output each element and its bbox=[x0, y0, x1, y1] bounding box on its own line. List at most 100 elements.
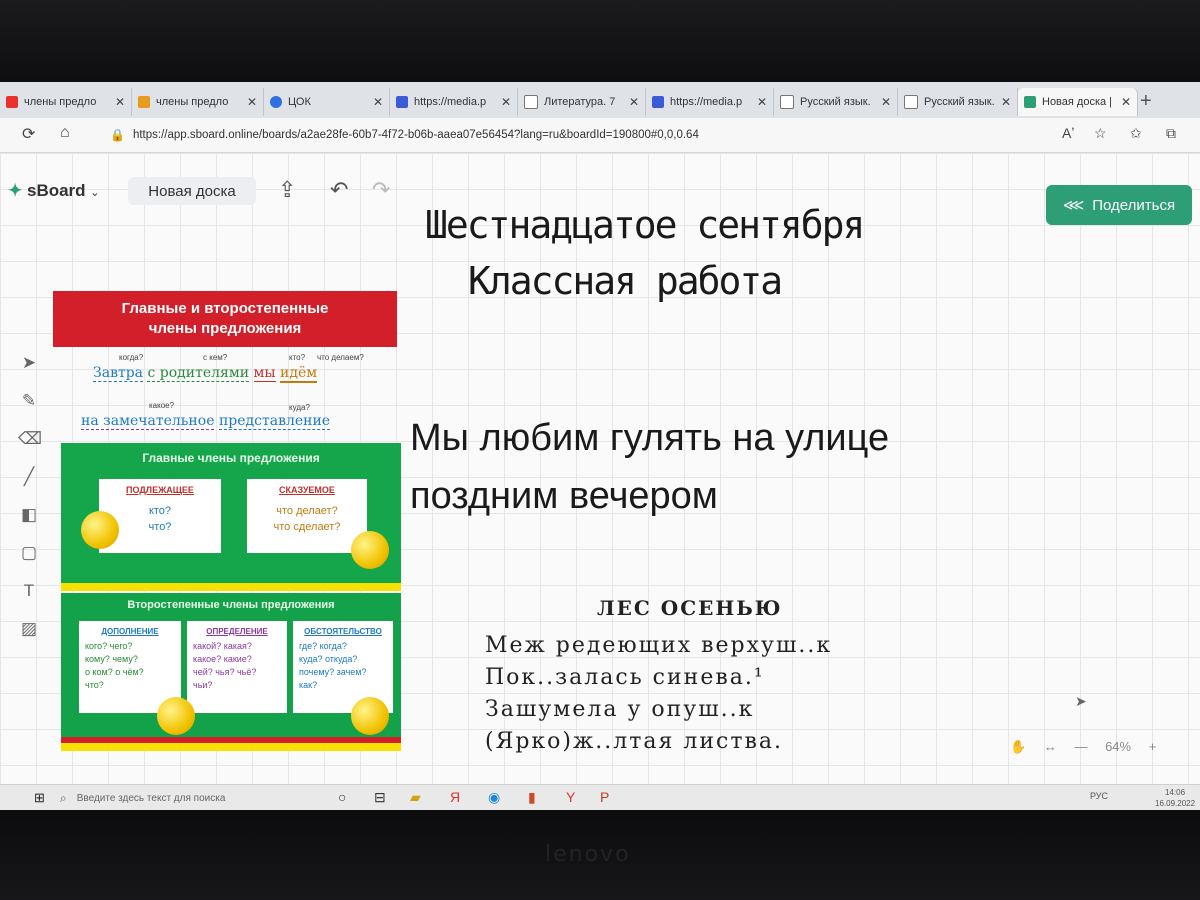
poem-line: (Ярко)ж..лтая листва. bbox=[485, 729, 783, 754]
widgets-icon[interactable]: ⊟ bbox=[374, 789, 386, 806]
poster-heading-line: Главные и второстепенные bbox=[121, 300, 329, 317]
undo-icon[interactable]: ↶ bbox=[330, 177, 348, 203]
question-label: куда? bbox=[289, 403, 310, 412]
image-icon bbox=[138, 96, 150, 108]
question: чьи? bbox=[193, 680, 213, 690]
eraser-tool-icon[interactable]: ⌫ bbox=[18, 429, 42, 449]
zoom-in-button[interactable]: + bbox=[1149, 739, 1157, 754]
zoom-out-button[interactable]: — bbox=[1074, 739, 1087, 754]
tab-label: https://media.p bbox=[414, 96, 487, 108]
mouse-cursor-icon: ➤ bbox=[1075, 693, 1087, 709]
favorites-icon[interactable]: ✩ bbox=[1130, 125, 1142, 142]
time: 14:06 bbox=[1165, 788, 1186, 797]
collections-icon[interactable]: ⧉ bbox=[1166, 125, 1176, 142]
share-button[interactable]: ⋘ Поделиться bbox=[1046, 185, 1192, 225]
page-icon bbox=[780, 95, 794, 109]
home-icon[interactable]: ⌂ bbox=[60, 124, 70, 142]
browser-tab[interactable]: Русский язык. ✕ bbox=[898, 88, 1018, 116]
tab-label: Литература. 7 bbox=[544, 96, 616, 108]
language-indicator[interactable]: РУС bbox=[1090, 791, 1108, 801]
members-of-sentence-poster: Главные и второстепенные члены предложен… bbox=[53, 291, 403, 753]
close-tab-icon[interactable]: ✕ bbox=[115, 95, 125, 109]
image-tool-icon[interactable]: ▨ bbox=[18, 619, 40, 639]
sentence-line: поздним вечером bbox=[410, 475, 718, 517]
sticky-note-icon[interactable]: ▢ bbox=[18, 543, 40, 563]
edge-browser-icon[interactable]: ◉ bbox=[488, 789, 500, 806]
taskbar-clock[interactable]: 14:06 16.09.2022 bbox=[1155, 787, 1195, 809]
windows-start-icon[interactable]: ⊞ bbox=[34, 790, 45, 806]
browser-tab[interactable]: ЦОК ✕ bbox=[264, 88, 390, 116]
close-tab-icon[interactable]: ✕ bbox=[247, 95, 257, 109]
text-tool-icon[interactable]: T bbox=[18, 581, 40, 601]
search-icon: ⌕ bbox=[60, 790, 67, 805]
browser-tab[interactable]: https://media.p ✕ bbox=[390, 88, 518, 116]
line-tool-icon[interactable]: ╱ bbox=[18, 467, 40, 487]
shapes-tool-icon[interactable]: ◧ bbox=[18, 505, 40, 525]
question: почему? зачем? bbox=[299, 667, 367, 677]
select-tool-icon[interactable]: ➤ bbox=[18, 353, 40, 373]
upload-icon[interactable]: ⇪ bbox=[278, 177, 296, 203]
powerpoint-icon[interactable]: P bbox=[600, 789, 609, 805]
tab-label: Русский язык. bbox=[800, 96, 871, 108]
question-label: какое? bbox=[149, 401, 175, 410]
smiley-icon bbox=[157, 697, 195, 735]
question: где? когда? bbox=[299, 641, 347, 651]
screen: члены предло ✕ члены предло ✕ ЦОК ✕ http… bbox=[0, 82, 1200, 810]
document-app-icon[interactable]: ▮ bbox=[528, 789, 536, 806]
close-tab-icon[interactable]: ✕ bbox=[501, 95, 511, 109]
browser-tab-strip: члены предло ✕ члены предло ✕ ЦОК ✕ http… bbox=[0, 82, 1200, 118]
redo-icon[interactable]: ↷ bbox=[372, 177, 390, 203]
poem-image: ЛЕС ОСЕНЬЮ Меж редеющих верхуш..к Пок..з… bbox=[485, 596, 832, 758]
browser-tab[interactable]: члены предло ✕ bbox=[0, 88, 132, 116]
whiteboard-canvas[interactable]: ✦ sBoard ⌄ Новая доска ⇪ ↶ ↷ ⋘ Поделитьс… bbox=[0, 153, 1200, 810]
question: кто? bbox=[148, 505, 172, 517]
refresh-icon[interactable]: ⟳ bbox=[22, 124, 35, 144]
browser-tab[interactable]: Литература. 7 ✕ bbox=[518, 88, 646, 116]
question: что? bbox=[85, 680, 104, 690]
stripe bbox=[61, 743, 401, 751]
close-tab-icon[interactable]: ✕ bbox=[1001, 95, 1011, 109]
close-tab-icon[interactable]: ✕ bbox=[881, 95, 891, 109]
subject-title: ПОДЛЕЖАЩЕЕ bbox=[126, 485, 194, 495]
smiley-graduate-icon bbox=[351, 531, 389, 569]
windows-taskbar: ⊞ ⌕ Введите здесь текст для поиска ○ ⊟ ▰… bbox=[0, 784, 1200, 810]
address-bar[interactable]: 🔒 https://app.sboard.online/boards/a2ae2… bbox=[110, 123, 1070, 147]
browser-tab[interactable]: Русский язык. ✕ bbox=[774, 88, 898, 116]
sboard-logo[interactable]: ✦ sBoard ⌄ bbox=[8, 181, 100, 201]
main-members-title: Главные члены предложения bbox=[142, 451, 320, 465]
fit-icon[interactable]: ↔ bbox=[1044, 739, 1057, 754]
tab-label: Русский язык. bbox=[924, 96, 995, 108]
question-label: с кем? bbox=[203, 353, 228, 362]
hand-icon[interactable]: ✋ bbox=[1010, 739, 1026, 754]
close-tab-icon[interactable]: ✕ bbox=[373, 95, 383, 109]
close-tab-icon[interactable]: ✕ bbox=[757, 95, 767, 109]
taskbar-search[interactable]: ⌕ Введите здесь текст для поиска bbox=[60, 788, 310, 808]
page-icon bbox=[904, 95, 918, 109]
tab-label: Новая доска | s bbox=[1042, 96, 1115, 108]
file-explorer-icon[interactable]: ▰ bbox=[410, 789, 421, 806]
url-text: https://app.sboard.online/boards/a2ae28f… bbox=[132, 129, 699, 141]
yandex-icon bbox=[6, 96, 18, 108]
close-tab-icon[interactable]: ✕ bbox=[629, 95, 639, 109]
task-view-icon[interactable]: ○ bbox=[338, 789, 346, 805]
example-sentence-1: Завтра с родителями мы идём bbox=[93, 365, 318, 383]
address-bar-row: ⟳ ⌂ 🔒 https://app.sboard.online/boards/a… bbox=[0, 118, 1200, 153]
yandex-app-icon[interactable]: Y bbox=[566, 789, 575, 805]
tab-label: ЦОК bbox=[288, 96, 311, 108]
yandex-browser-icon[interactable]: Я bbox=[450, 789, 460, 805]
browser-tab[interactable]: члены предло ✕ bbox=[132, 88, 264, 116]
close-tab-icon[interactable]: ✕ bbox=[1121, 95, 1131, 109]
browser-tab[interactable]: https://media.p ✕ bbox=[646, 88, 774, 116]
read-aloud-icon[interactable]: Aʼ bbox=[1062, 125, 1074, 141]
share-icon: ⋘ bbox=[1062, 197, 1085, 214]
logo-icon: ✦ bbox=[8, 181, 23, 200]
question: что сделает? bbox=[273, 521, 341, 533]
browser-tab-active[interactable]: Новая доска | s ✕ bbox=[1018, 88, 1138, 116]
board-name[interactable]: Новая доска bbox=[128, 177, 256, 205]
question: кого? чего? bbox=[85, 641, 133, 651]
new-tab-button[interactable]: + bbox=[1140, 90, 1152, 113]
question: куда? откуда? bbox=[299, 654, 358, 664]
tab-label: члены предло bbox=[24, 96, 97, 108]
favorite-add-icon[interactable]: ☆ bbox=[1094, 125, 1107, 142]
pen-tool-icon[interactable]: ✎ bbox=[18, 391, 40, 411]
